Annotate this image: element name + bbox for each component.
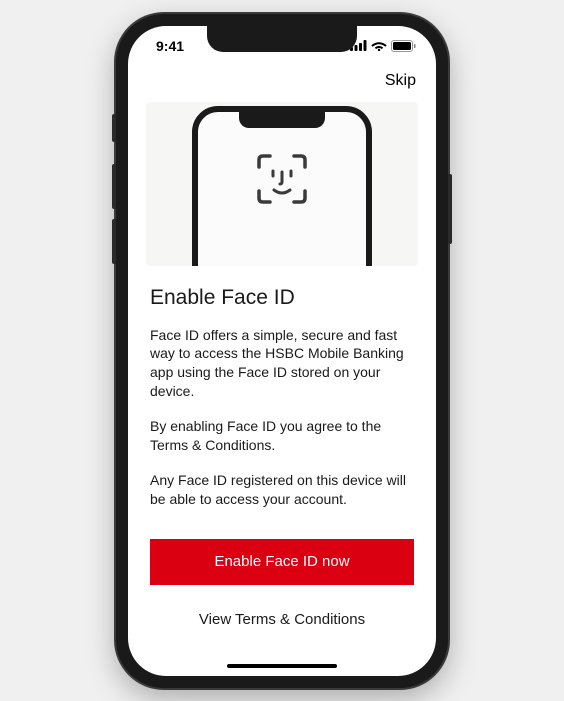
top-bar: Skip (128, 66, 436, 102)
status-time: 9:41 (148, 38, 184, 54)
power-button (448, 174, 452, 244)
notch (207, 26, 357, 52)
screen: 9:41 (128, 26, 436, 676)
mute-switch (112, 114, 116, 142)
actions-area: Enable Face ID now View Terms & Conditio… (128, 525, 436, 636)
illustration-phone (192, 106, 372, 266)
body-paragraph-1: Face ID offers a simple, secure and fast… (150, 326, 414, 402)
status-icons (350, 40, 416, 52)
home-indicator[interactable] (227, 664, 337, 668)
content-area: Enable Face ID Face ID offers a simple, … (128, 266, 436, 509)
page-heading: Enable Face ID (150, 286, 414, 310)
volume-down-button (112, 219, 116, 264)
phone-device-frame: 9:41 (116, 14, 448, 688)
illustration-notch (239, 112, 325, 128)
face-id-icon (255, 152, 309, 211)
battery-icon (391, 40, 416, 52)
enable-face-id-button[interactable]: Enable Face ID now (150, 539, 414, 585)
body-paragraph-2: By enabling Face ID you agree to the Ter… (150, 417, 414, 455)
volume-up-button (112, 164, 116, 209)
skip-button[interactable]: Skip (385, 72, 416, 90)
illustration-area (146, 102, 418, 266)
body-paragraph-3: Any Face ID registered on this device wi… (150, 471, 414, 509)
wifi-icon (371, 40, 387, 51)
view-terms-button[interactable]: View Terms & Conditions (150, 603, 414, 636)
